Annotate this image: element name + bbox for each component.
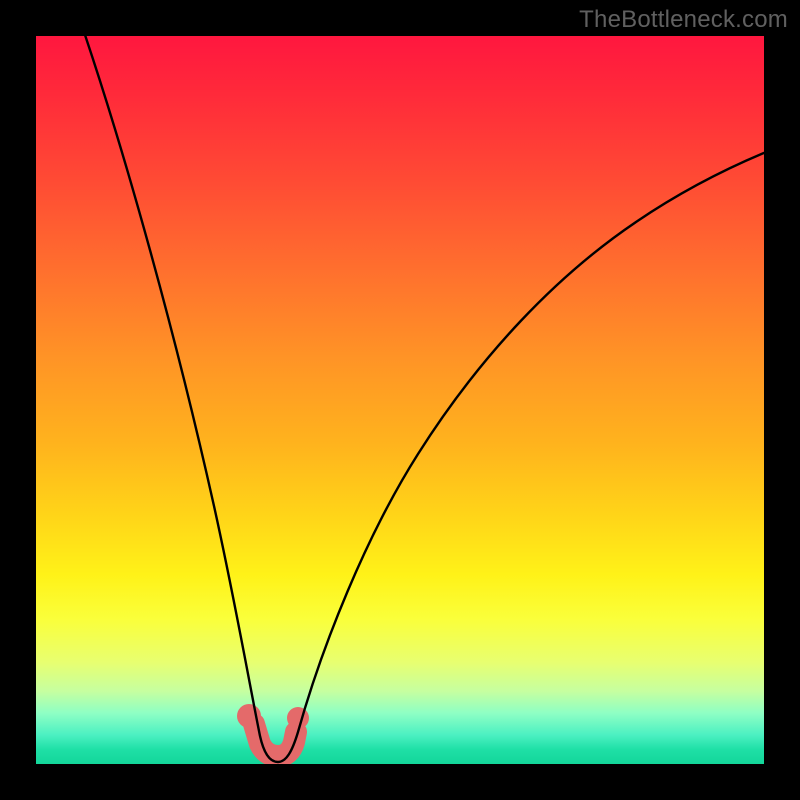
bottleneck-curve: [36, 36, 764, 764]
plot-area: [36, 36, 764, 764]
watermark-text: TheBottleneck.com: [579, 6, 788, 34]
chart-stage: TheBottleneck.com: [0, 0, 800, 800]
curve-path: [82, 36, 764, 762]
